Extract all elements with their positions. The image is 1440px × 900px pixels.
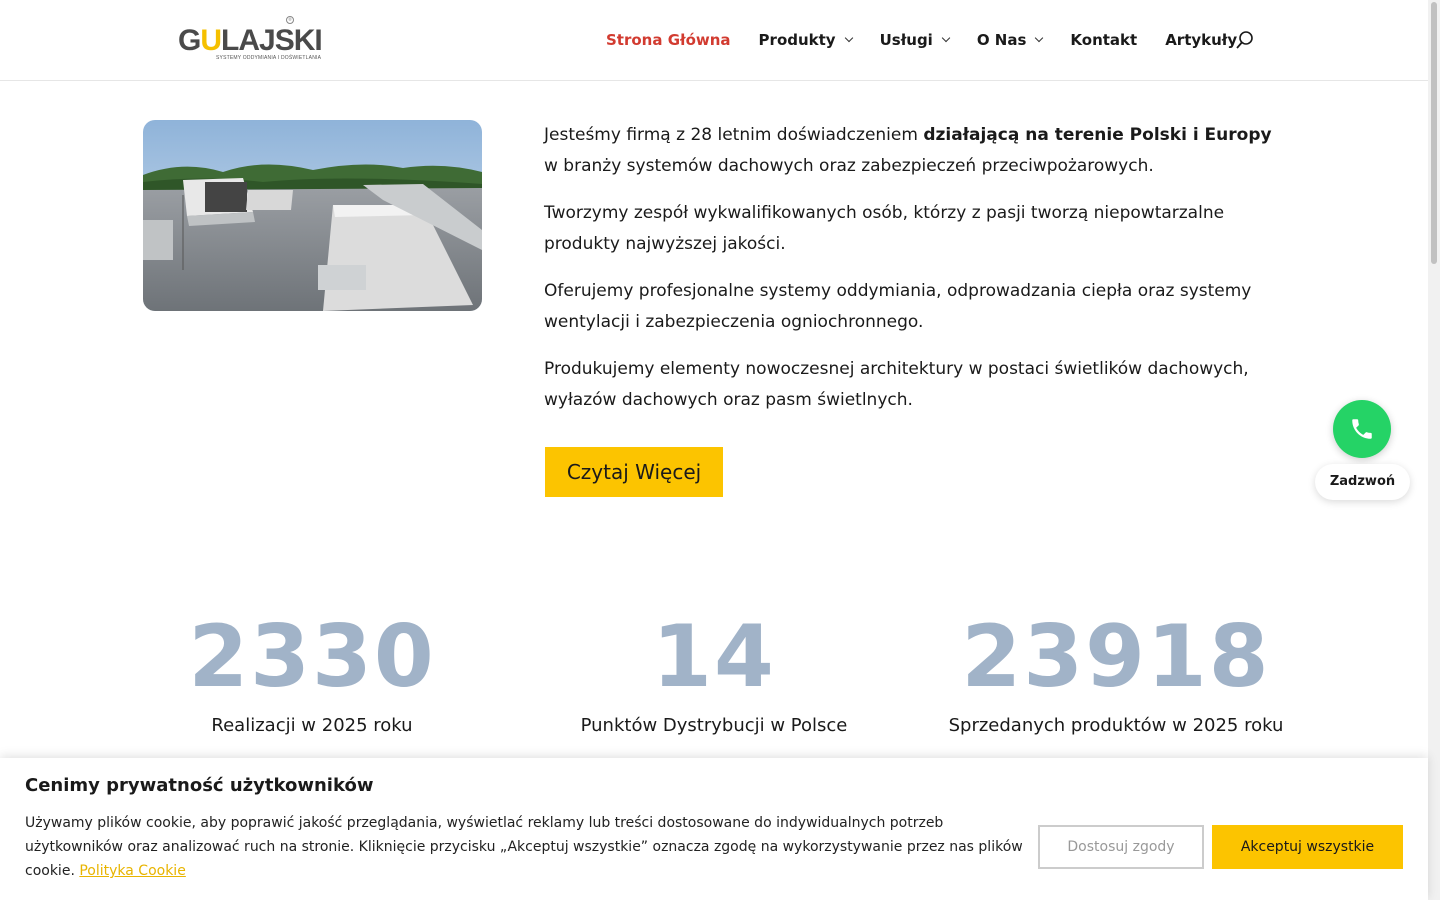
about-paragraph-2: Tworzymy zespół wykwalifikowanych osób, … bbox=[544, 203, 1225, 254]
roof-photo bbox=[143, 120, 482, 311]
logo-wordmark: GULAJSKI bbox=[178, 24, 323, 57]
site-header: GULAJSKI ® SYSTEMY ODDYMIANIA I DOŚWIETL… bbox=[0, 0, 1428, 81]
nav-item-articles[interactable]: Artykuły bbox=[1165, 31, 1237, 49]
logo-tagline: SYSTEMY ODDYMIANIA I DOŚWIETLANIA bbox=[216, 55, 322, 61]
stat-realizations: 2330 Realizacji w 2025 roku bbox=[112, 605, 512, 736]
chevron-down-icon bbox=[1035, 33, 1044, 43]
company-logo[interactable]: GULAJSKI ® SYSTEMY ODDYMIANIA I DOŚWIETL… bbox=[176, 16, 323, 64]
scrollbar-thumb[interactable] bbox=[1431, 2, 1437, 264]
about-paragraph-3: Oferujemy profesjonalne systemy oddymian… bbox=[544, 281, 1252, 332]
registered-mark-icon: ® bbox=[286, 16, 294, 24]
cookie-policy-link[interactable]: Polityka Cookie bbox=[79, 863, 185, 879]
stat-value: 14 bbox=[652, 607, 776, 707]
nav-item-home[interactable]: Strona Główna bbox=[606, 31, 731, 49]
nav-item-contact[interactable]: Kontakt bbox=[1070, 31, 1137, 49]
stat-distribution-points: 14 Punktów Dystrybucji w Polsce bbox=[514, 605, 914, 736]
page-scrollbar[interactable] bbox=[1428, 0, 1440, 900]
call-label[interactable]: Zadzwoń bbox=[1315, 464, 1410, 500]
about-paragraph-4: Produkujemy elementy nowoczesnej archite… bbox=[544, 359, 1249, 410]
call-button[interactable] bbox=[1333, 400, 1391, 458]
about-description: Jesteśmy firmą z 28 letnim doświadczenie… bbox=[544, 120, 1284, 432]
stat-value: 2330 bbox=[188, 607, 436, 707]
stat-label: Punktów Dystrybucji w Polsce bbox=[580, 715, 848, 736]
nav-item-products[interactable]: Produkty bbox=[759, 31, 853, 49]
nav-item-about[interactable]: O Nas bbox=[977, 31, 1044, 49]
stat-label: Realizacji w 2025 roku bbox=[211, 715, 413, 736]
cookie-title: Cenimy prywatność użytkowników bbox=[25, 775, 374, 796]
cookie-text: Używamy plików cookie, aby poprawić jako… bbox=[25, 815, 1023, 879]
search-icon[interactable] bbox=[1236, 31, 1254, 51]
chevron-down-icon bbox=[941, 33, 951, 43]
accept-all-button[interactable]: Akceptuj wszystkie bbox=[1212, 825, 1403, 869]
stat-value: 23918 bbox=[961, 607, 1271, 707]
main-nav: Strona Główna Produkty Usługi O Nas Kont… bbox=[606, 31, 1265, 49]
read-more-button[interactable]: Czytaj Więcej bbox=[545, 447, 723, 497]
stat-label: Sprzedanych produktów w 2025 roku bbox=[948, 715, 1284, 736]
about-paragraph-1: Jesteśmy firmą z 28 letnim doświadczenie… bbox=[544, 125, 1272, 176]
stat-products-sold: 23918 Sprzedanych produktów w 2025 roku bbox=[916, 605, 1316, 736]
customize-consent-button[interactable]: Dostosuj zgody bbox=[1038, 825, 1204, 869]
chevron-down-icon bbox=[844, 33, 853, 43]
phone-icon bbox=[1352, 419, 1372, 439]
nav-item-services[interactable]: Usługi bbox=[880, 31, 951, 49]
